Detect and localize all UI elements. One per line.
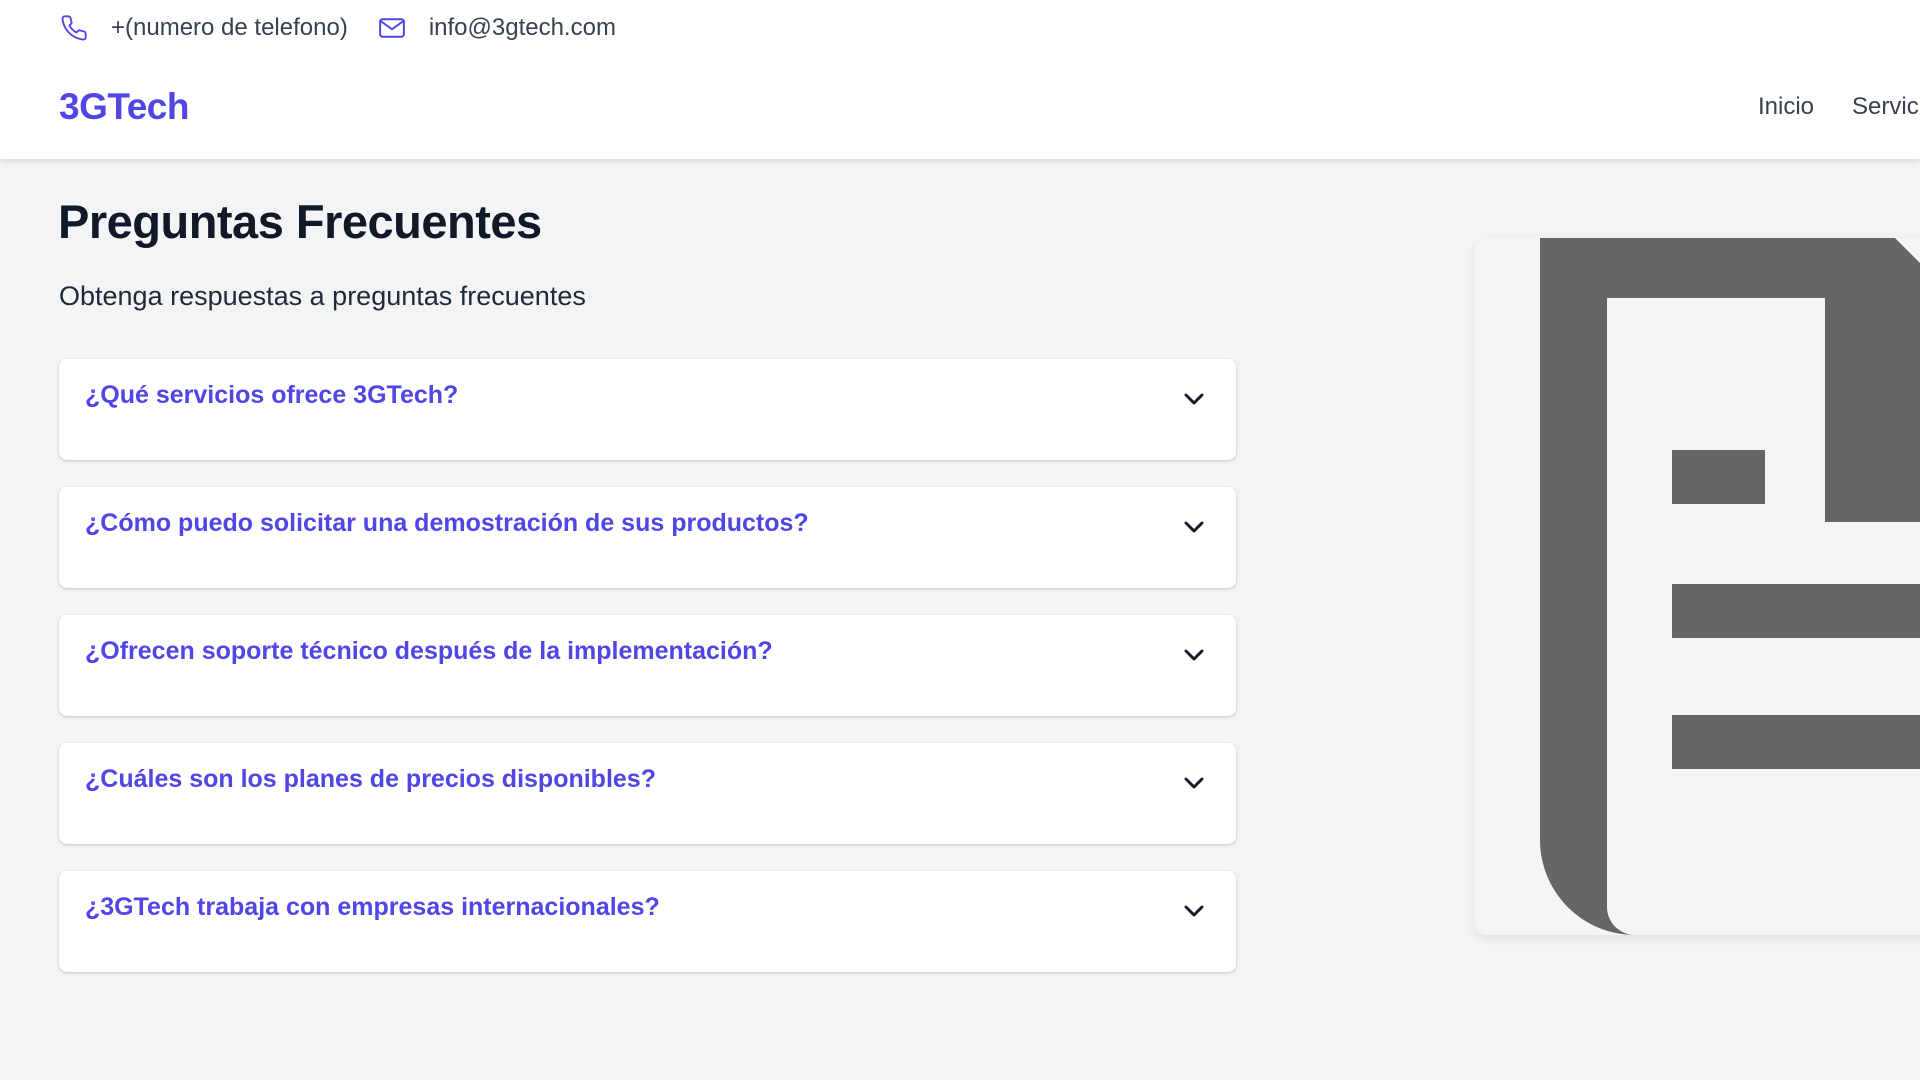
faq-question: ¿3GTech trabaja con empresas internacion… <box>85 893 660 921</box>
chevron-down-icon <box>1184 905 1204 917</box>
faq-item-precios[interactable]: ¿Cuáles son los planes de precios dispon… <box>59 743 1236 844</box>
chevron-down-icon <box>1184 649 1204 661</box>
nav-item-inicio[interactable]: Inicio <box>1758 93 1814 121</box>
faq-question: ¿Qué servicios ofrece 3GTech? <box>85 381 459 409</box>
faq-item-internacionales[interactable]: ¿3GTech trabaja con empresas internacion… <box>59 871 1236 972</box>
phone-text[interactable]: +(numero de telefono) <box>111 14 348 42</box>
main-nav: Inicio Servicios <box>1758 93 1920 121</box>
faq-item-servicios[interactable]: ¿Qué servicios ofrece 3GTech? <box>59 359 1236 460</box>
document-icon <box>1540 238 1920 935</box>
chevron-down-icon <box>1184 521 1204 533</box>
faq-question: ¿Ofrecen soporte técnico después de la i… <box>85 637 773 665</box>
faq-item-soporte[interactable]: ¿Ofrecen soporte técnico después de la i… <box>59 615 1236 716</box>
phone-icon <box>58 12 90 44</box>
chevron-down-icon <box>1184 393 1204 405</box>
chevron-down-icon <box>1184 777 1204 789</box>
faq-item-demostracion[interactable]: ¿Cómo puedo solicitar una demostración d… <box>59 487 1236 588</box>
mail-icon <box>376 12 408 44</box>
faq-question: ¿Cuáles son los planes de precios dispon… <box>85 765 656 793</box>
nav-item-servicios[interactable]: Servicios <box>1852 93 1920 121</box>
brand-logo[interactable]: 3GTech <box>59 86 189 128</box>
faq-illustration <box>1475 238 1920 935</box>
site-header: +(numero de telefono) info@3gtech.com 3G… <box>0 0 1920 159</box>
page-title: Preguntas Frecuentes <box>58 195 542 248</box>
page-subtitle: Obtenga respuestas a preguntas frecuente… <box>59 281 586 311</box>
contact-bar: +(numero de telefono) info@3gtech.com <box>58 10 616 46</box>
email-link[interactable]: info@3gtech.com <box>429 14 616 42</box>
faq-question: ¿Cómo puedo solicitar una demostración d… <box>85 509 809 537</box>
